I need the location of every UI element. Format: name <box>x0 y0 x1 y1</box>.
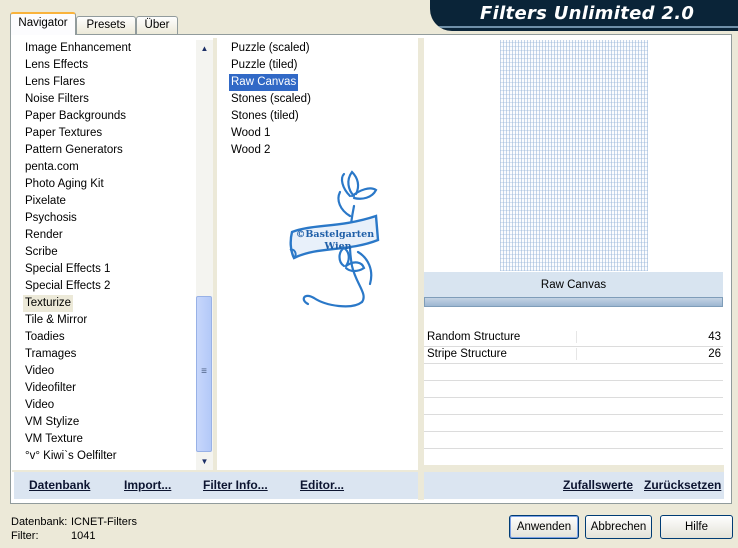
category-item[interactable]: Tramages <box>23 346 78 363</box>
param-row-stripe-structure[interactable]: Stripe Structure 26 <box>424 346 723 364</box>
category-item[interactable]: VM Stylize <box>23 414 81 431</box>
status-db-value: ICNET-Filters <box>71 516 137 528</box>
tab-presets[interactable]: Presets <box>76 16 136 34</box>
category-list[interactable]: Image Enhancement Lens Effects Lens Flares… <box>12 38 196 470</box>
filter-item[interactable]: Stones (tiled) <box>229 108 301 125</box>
preview-filter-name: Raw Canvas <box>424 272 723 298</box>
import-button[interactable]: Import... <box>124 478 171 492</box>
empty-param-row <box>424 448 723 449</box>
category-item[interactable]: Special Effects 1 <box>23 261 112 278</box>
category-item[interactable]: Render <box>23 227 65 244</box>
category-scrollbar[interactable]: ▲ ≡ ▼ <box>196 40 213 470</box>
category-item[interactable]: Lens Effects <box>23 57 90 74</box>
category-item[interactable]: Lens Flares <box>23 74 87 91</box>
filter-item[interactable]: Raw Canvas <box>229 74 299 91</box>
filter-item[interactable]: Wood 2 <box>229 142 272 159</box>
filter-item[interactable]: Stones (scaled) <box>229 91 313 108</box>
param-value[interactable]: 26 <box>708 348 721 360</box>
banner-stripe <box>430 26 738 28</box>
empty-param-row <box>424 380 723 381</box>
logo-text: ©Bastelgarten <box>296 229 374 240</box>
tab-about[interactable]: Über <box>136 16 178 34</box>
filter-info-button[interactable]: Filter Info... <box>203 478 268 492</box>
cancel-button[interactable]: Abbrechen <box>585 515 652 539</box>
category-item[interactable]: Video <box>23 363 56 380</box>
param-value[interactable]: 43 <box>708 331 721 343</box>
category-item[interactable]: Video <box>23 397 56 414</box>
category-item[interactable]: VM Texture <box>23 431 85 448</box>
category-item[interactable]: °v° Kiwi`s Oelfilter <box>23 448 119 465</box>
category-item[interactable]: Videofilter <box>23 380 78 397</box>
help-button[interactable]: Hilfe <box>660 515 733 539</box>
category-item[interactable]: Special Effects 2 <box>23 278 112 295</box>
category-item[interactable]: Scribe <box>23 244 60 261</box>
logo-text: Wien <box>323 241 351 252</box>
empty-param-row <box>424 397 723 398</box>
category-item[interactable]: Tile & Mirror <box>23 312 89 329</box>
category-item[interactable]: Pattern Generators <box>23 142 125 159</box>
preview-progress-bar <box>424 297 723 307</box>
status-db-label: Datenbank: <box>11 516 68 528</box>
app-title: Filters Unlimited 2.0 <box>480 3 695 24</box>
datenbank-button[interactable]: Datenbank <box>29 478 90 492</box>
empty-param-row <box>424 414 723 415</box>
randomize-button[interactable]: Zufallswerte <box>563 478 633 492</box>
category-item[interactable]: Paper Textures <box>23 125 104 142</box>
category-item[interactable]: penta.com <box>23 159 81 176</box>
bastelgarten-logo: ©Bastelgarten Wien <box>289 170 380 308</box>
category-item[interactable]: Texturize <box>23 295 74 312</box>
category-item[interactable]: Toadies <box>23 329 67 346</box>
category-item[interactable]: Image Enhancement <box>23 40 133 57</box>
param-divider <box>576 348 577 360</box>
scrollbar-thumb[interactable]: ≡ <box>196 296 212 452</box>
scroll-down-arrow-icon[interactable]: ▼ <box>196 453 213 470</box>
param-label: Stripe Structure <box>427 348 507 360</box>
filter-item[interactable]: Puzzle (tiled) <box>229 57 299 74</box>
editor-button[interactable]: Editor... <box>300 478 344 492</box>
grip-icon: ≡ <box>201 366 207 377</box>
category-item[interactable]: Psychosis <box>23 210 79 227</box>
reset-button[interactable]: Zurücksetzen <box>644 478 721 492</box>
filter-item[interactable]: Puzzle (scaled) <box>229 40 312 57</box>
param-divider <box>576 331 577 343</box>
status-filter-value: 1041 <box>71 530 96 542</box>
param-row-random-structure[interactable]: Random Structure 43 <box>424 329 723 347</box>
filter-item[interactable]: Wood 1 <box>229 125 272 142</box>
category-item[interactable]: Photo Aging Kit <box>23 176 106 193</box>
scroll-up-arrow-icon[interactable]: ▲ <box>196 40 213 57</box>
category-item[interactable]: Noise Filters <box>23 91 91 108</box>
title-banner: Filters Unlimited 2.0 <box>430 0 738 31</box>
status-filter-label: Filter: <box>11 530 39 542</box>
filter-preview-image <box>500 40 648 271</box>
category-item[interactable]: Pixelate <box>23 193 68 210</box>
separator <box>424 465 724 472</box>
category-item[interactable]: Paper Backgrounds <box>23 108 128 125</box>
param-label: Random Structure <box>427 331 521 343</box>
empty-param-row <box>424 431 723 432</box>
apply-button[interactable]: Anwenden <box>509 515 579 539</box>
tab-navigator[interactable]: Navigator <box>10 12 76 35</box>
